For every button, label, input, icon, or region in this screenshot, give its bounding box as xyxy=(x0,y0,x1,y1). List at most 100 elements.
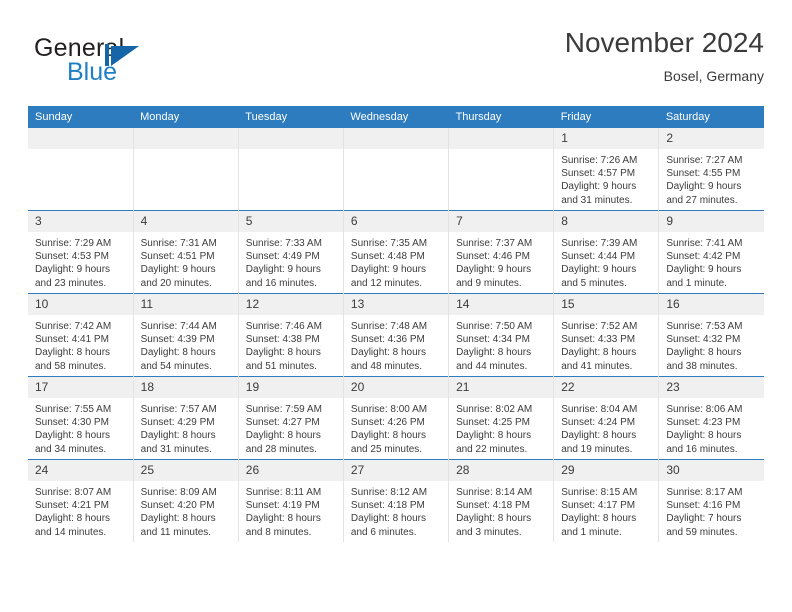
day-number: 24 xyxy=(28,460,133,481)
day-details: Sunrise: 8:06 AM Sunset: 4:23 PM Daylight:… xyxy=(659,398,764,456)
day-details: Sunrise: 7:48 AM Sunset: 4:36 PM Daylight:… xyxy=(344,315,448,373)
sunset-time: Sunset: 4:49 PM xyxy=(245,251,320,263)
sunrise-time: Sunrise: 7:26 AM xyxy=(561,155,638,166)
day-details: Sunrise: 8:12 AM Sunset: 4:18 PM Daylight:… xyxy=(344,481,448,539)
calendar-day-cell[interactable]: 3 Sunrise: 7:29 AM Sunset: 4:53 PM Daylight… xyxy=(28,210,134,294)
daylight-duration-line1: Daylight: 9 hours xyxy=(666,264,742,276)
daylight-duration-line2: and 51 minutes. xyxy=(245,360,317,372)
sunset-time: Sunset: 4:18 PM xyxy=(456,500,530,512)
page-title: November 2024 xyxy=(564,27,764,58)
sunrise-time: Sunrise: 7:41 AM xyxy=(666,238,743,249)
daylight-duration-line1: Daylight: 8 hours xyxy=(456,347,532,359)
calendar-day-cell[interactable]: 27 Sunrise: 8:12 AM Sunset: 4:18 PM Dayligh… xyxy=(343,459,450,542)
calendar-day-cell[interactable]: 15 Sunrise: 7:52 AM Sunset: 4:33 PM Dayligh… xyxy=(553,293,660,377)
weekday-header-tuesday: Tuesday xyxy=(238,106,344,128)
day-number: 3 xyxy=(28,211,133,232)
day-details: Sunrise: 7:35 AM Sunset: 4:48 PM Daylight:… xyxy=(344,232,448,290)
calendar-day-cell[interactable]: 24 Sunrise: 8:07 AM Sunset: 4:21 PM Dayligh… xyxy=(28,459,134,542)
daylight-duration-line2: and 59 minutes. xyxy=(666,526,738,538)
daylight-duration-line1: Daylight: 9 hours xyxy=(561,264,637,276)
day-number xyxy=(133,128,238,149)
calendar-day-cell[interactable]: 14 Sunrise: 7:50 AM Sunset: 4:34 PM Dayligh… xyxy=(448,293,555,377)
calendar-day-cell[interactable]: 8 Sunrise: 7:39 AM Sunset: 4:44 PM Daylight… xyxy=(553,210,660,294)
daylight-duration-line1: Daylight: 9 hours xyxy=(140,264,216,276)
calendar-day-cell[interactable]: 4 Sunrise: 7:31 AM Sunset: 4:51 PM Daylight… xyxy=(133,210,239,294)
calendar-day-cell-empty xyxy=(448,128,555,211)
calendar-day-cell[interactable]: 11 Sunrise: 7:44 AM Sunset: 4:39 PM Dayligh… xyxy=(133,293,239,377)
calendar-day-cell[interactable]: 30 Sunrise: 8:17 AM Sunset: 4:16 PM Dayligh… xyxy=(658,459,764,542)
daylight-duration-line1: Daylight: 9 hours xyxy=(245,264,321,276)
daylight-duration-line1: Daylight: 8 hours xyxy=(350,513,426,525)
day-number: 14 xyxy=(449,294,554,315)
daylight-duration-line2: and 20 minutes. xyxy=(140,277,212,289)
sunset-time: Sunset: 4:32 PM xyxy=(666,334,741,346)
daylight-duration-line1: Daylight: 8 hours xyxy=(456,513,532,525)
calendar-day-cell[interactable]: 25 Sunrise: 8:09 AM Sunset: 4:20 PM Dayligh… xyxy=(133,459,239,542)
calendar-day-cell-empty xyxy=(238,128,344,211)
sunset-time: Sunset: 4:57 PM xyxy=(561,168,636,180)
calendar-day-cell[interactable]: 6 Sunrise: 7:35 AM Sunset: 4:48 PM Daylight… xyxy=(343,210,450,294)
sunrise-time: Sunrise: 7:57 AM xyxy=(140,404,217,415)
calendar-week-row: 3 Sunrise: 7:29 AM Sunset: 4:53 PM Daylight… xyxy=(28,210,764,294)
calendar-day-cell[interactable]: 23 Sunrise: 8:06 AM Sunset: 4:23 PM Dayligh… xyxy=(658,376,764,460)
daylight-duration-line1: Daylight: 9 hours xyxy=(350,264,426,276)
day-details: Sunrise: 7:33 AM Sunset: 4:49 PM Daylight:… xyxy=(239,232,343,290)
sunrise-time: Sunrise: 7:46 AM xyxy=(245,321,322,332)
calendar-day-cell[interactable]: 1 Sunrise: 7:26 AM Sunset: 4:57 PM Daylight… xyxy=(553,128,660,211)
calendar-day-cell[interactable]: 29 Sunrise: 8:15 AM Sunset: 4:17 PM Dayligh… xyxy=(553,459,660,542)
day-number: 10 xyxy=(28,294,133,315)
calendar-day-cell[interactable]: 12 Sunrise: 7:46 AM Sunset: 4:38 PM Dayligh… xyxy=(238,293,344,377)
daylight-duration-line1: Daylight: 8 hours xyxy=(140,430,216,442)
calendar-day-cell-empty xyxy=(133,128,239,211)
day-number: 7 xyxy=(449,211,554,232)
calendar-day-cell[interactable]: 16 Sunrise: 7:53 AM Sunset: 4:32 PM Dayligh… xyxy=(658,293,764,377)
day-details: Sunrise: 7:37 AM Sunset: 4:46 PM Daylight:… xyxy=(449,232,553,290)
daylight-duration-line2: and 1 minute. xyxy=(561,526,622,538)
calendar-day-cell[interactable]: 20 Sunrise: 8:00 AM Sunset: 4:26 PM Dayligh… xyxy=(343,376,450,460)
calendar-day-cell[interactable]: 13 Sunrise: 7:48 AM Sunset: 4:36 PM Dayligh… xyxy=(343,293,450,377)
day-number: 9 xyxy=(659,211,764,232)
brand-logo[interactable]: General Blue xyxy=(34,34,284,94)
sunset-time: Sunset: 4:24 PM xyxy=(561,417,636,429)
calendar-day-cell[interactable]: 17 Sunrise: 7:55 AM Sunset: 4:30 PM Dayligh… xyxy=(28,376,134,460)
daylight-duration-line1: Daylight: 8 hours xyxy=(561,430,637,442)
sunset-time: Sunset: 4:42 PM xyxy=(666,251,741,263)
sunset-time: Sunset: 4:29 PM xyxy=(140,417,215,429)
page-header: General Blue November 2024 Bosel, German… xyxy=(28,26,764,98)
day-details: Sunrise: 8:15 AM Sunset: 4:17 PM Daylight:… xyxy=(554,481,658,539)
calendar-body: 1 Sunrise: 7:26 AM Sunset: 4:57 PM Daylight… xyxy=(28,128,764,542)
calendar-day-cell[interactable]: 22 Sunrise: 8:04 AM Sunset: 4:24 PM Dayligh… xyxy=(553,376,660,460)
daylight-duration-line2: and 25 minutes. xyxy=(350,443,423,455)
daylight-duration-line2: and 27 minutes. xyxy=(666,194,738,206)
sunrise-time: Sunrise: 8:00 AM xyxy=(350,404,428,415)
calendar-day-cell[interactable]: 21 Sunrise: 8:02 AM Sunset: 4:25 PM Dayligh… xyxy=(448,376,555,460)
day-number xyxy=(449,128,554,149)
calendar-day-cell[interactable]: 28 Sunrise: 8:14 AM Sunset: 4:18 PM Dayligh… xyxy=(448,459,555,542)
calendar-day-cell[interactable]: 9 Sunrise: 7:41 AM Sunset: 4:42 PM Daylight… xyxy=(658,210,764,294)
daylight-duration-line1: Daylight: 8 hours xyxy=(245,347,321,359)
sunrise-time: Sunrise: 7:53 AM xyxy=(666,321,743,332)
day-details: Sunrise: 7:29 AM Sunset: 4:53 PM Daylight:… xyxy=(28,232,133,290)
sunrise-time: Sunrise: 8:04 AM xyxy=(561,404,638,415)
daylight-duration-line1: Daylight: 8 hours xyxy=(245,513,321,525)
calendar-day-cell[interactable]: 10 Sunrise: 7:42 AM Sunset: 4:41 PM Dayligh… xyxy=(28,293,134,377)
calendar-page: General Blue November 2024 Bosel, German… xyxy=(0,0,792,612)
day-number: 20 xyxy=(343,377,449,398)
daylight-duration-line2: and 44 minutes. xyxy=(456,360,528,372)
daylight-duration-line2: and 31 minutes. xyxy=(140,443,212,455)
calendar-day-cell[interactable]: 26 Sunrise: 8:11 AM Sunset: 4:19 PM Dayligh… xyxy=(238,459,344,542)
daylight-duration-line1: Daylight: 9 hours xyxy=(456,264,532,276)
calendar-day-cell[interactable]: 5 Sunrise: 7:33 AM Sunset: 4:49 PM Daylight… xyxy=(238,210,344,294)
calendar-day-cell[interactable]: 2 Sunrise: 7:27 AM Sunset: 4:55 PM Daylight… xyxy=(658,128,764,211)
daylight-duration-line1: Daylight: 8 hours xyxy=(35,513,111,525)
daylight-duration-line2: and 54 minutes. xyxy=(140,360,212,372)
sunrise-time: Sunrise: 8:07 AM xyxy=(35,487,112,498)
calendar-day-cell[interactable]: 18 Sunrise: 7:57 AM Sunset: 4:29 PM Dayligh… xyxy=(133,376,239,460)
calendar-day-cell[interactable]: 19 Sunrise: 7:59 AM Sunset: 4:27 PM Dayligh… xyxy=(238,376,344,460)
day-details: Sunrise: 7:50 AM Sunset: 4:34 PM Daylight:… xyxy=(449,315,553,373)
day-details: Sunrise: 7:55 AM Sunset: 4:30 PM Daylight:… xyxy=(28,398,133,456)
weekday-header-friday: Friday xyxy=(553,106,659,128)
calendar-day-cell[interactable]: 7 Sunrise: 7:37 AM Sunset: 4:46 PM Daylight… xyxy=(448,210,555,294)
daylight-duration-line2: and 9 minutes. xyxy=(456,277,522,289)
day-details: Sunrise: 8:07 AM Sunset: 4:21 PM Daylight:… xyxy=(28,481,133,539)
